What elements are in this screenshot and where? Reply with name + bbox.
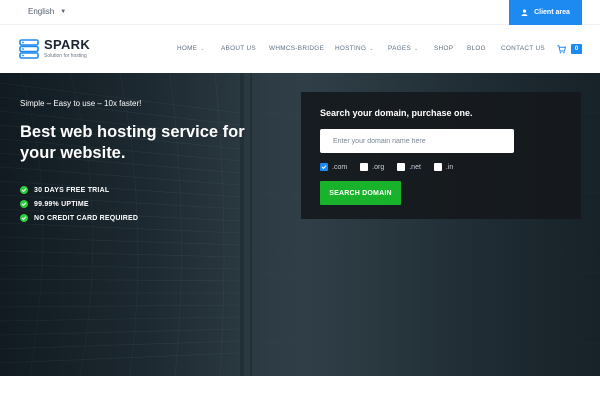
client-area-button[interactable]: Client area: [509, 0, 582, 25]
chevron-down-icon: ⌄: [200, 45, 205, 52]
tld-options: .com .org .net .in: [320, 163, 466, 171]
below-fold-section: [0, 376, 600, 403]
caret-down-icon: ▼: [60, 8, 67, 15]
chevron-down-icon: ⌄: [414, 45, 419, 52]
feature-item: 30 DAYS FREE TRIAL: [20, 183, 138, 197]
nav-item-hosting[interactable]: HOSTING ⌄: [335, 45, 374, 52]
feature-item: 99.99% UPTIME: [20, 197, 138, 211]
cart-count-badge: 0: [571, 44, 582, 54]
check-circle-icon: [20, 214, 28, 222]
check-circle-icon: [20, 200, 28, 208]
nav-item-contact[interactable]: CONTACT US: [501, 45, 545, 52]
domain-search-card: Search your domain, purchase one. .com .…: [301, 92, 581, 219]
domain-search-input[interactable]: [320, 129, 514, 153]
cart-icon: [557, 44, 566, 53]
user-icon: [521, 9, 528, 16]
hero-headline: Best web hosting service for your websit…: [20, 123, 245, 162]
nav-item-blog[interactable]: BLOG: [467, 45, 486, 52]
check-circle-icon: [20, 186, 28, 194]
client-area-label: Client area: [534, 9, 570, 16]
nav-item-about[interactable]: ABOUT US: [221, 45, 256, 52]
language-label: English: [28, 7, 55, 16]
checkbox-checked-icon[interactable]: [320, 163, 328, 171]
hero-tagline: Simple – Easy to use – 10x faster!: [20, 99, 142, 108]
language-selector[interactable]: English ▼: [28, 7, 66, 16]
nav-item-home[interactable]: HOME ⌄: [177, 45, 205, 52]
nav-item-pages[interactable]: PAGES ⌄: [388, 45, 419, 52]
checkbox-icon[interactable]: [397, 163, 406, 171]
main-header: SPARK Solution for hosting HOME ⌄ ABOUT U…: [0, 25, 600, 73]
tld-option-in[interactable]: .in: [433, 163, 453, 171]
checkbox-icon[interactable]: [433, 163, 442, 171]
tld-option-org[interactable]: .org: [360, 163, 384, 171]
search-domain-button[interactable]: SEARCH DOMAIN: [320, 181, 401, 205]
top-bar: English ▼ Client area: [0, 0, 600, 25]
feature-item: NO CREDIT CARD REQUIRED: [20, 211, 138, 225]
tld-option-com[interactable]: .com: [320, 163, 347, 171]
feature-list: 30 DAYS FREE TRIAL 99.99% UPTIME NO CRED…: [20, 183, 138, 225]
domain-search-title: Search your domain, purchase one.: [320, 108, 473, 118]
main-nav: HOME ⌄ ABOUT US WHMCS-BRIDGE HOSTING ⌄ PAG…: [0, 45, 600, 55]
cart-button[interactable]: 0: [557, 44, 582, 54]
nav-item-shop[interactable]: SHOP: [434, 45, 453, 52]
chevron-down-icon: ⌄: [369, 45, 374, 52]
nav-item-whmcs-bridge[interactable]: WHMCS-BRIDGE: [269, 45, 324, 52]
checkbox-icon[interactable]: [360, 163, 369, 171]
tld-option-net[interactable]: .net: [397, 163, 421, 171]
